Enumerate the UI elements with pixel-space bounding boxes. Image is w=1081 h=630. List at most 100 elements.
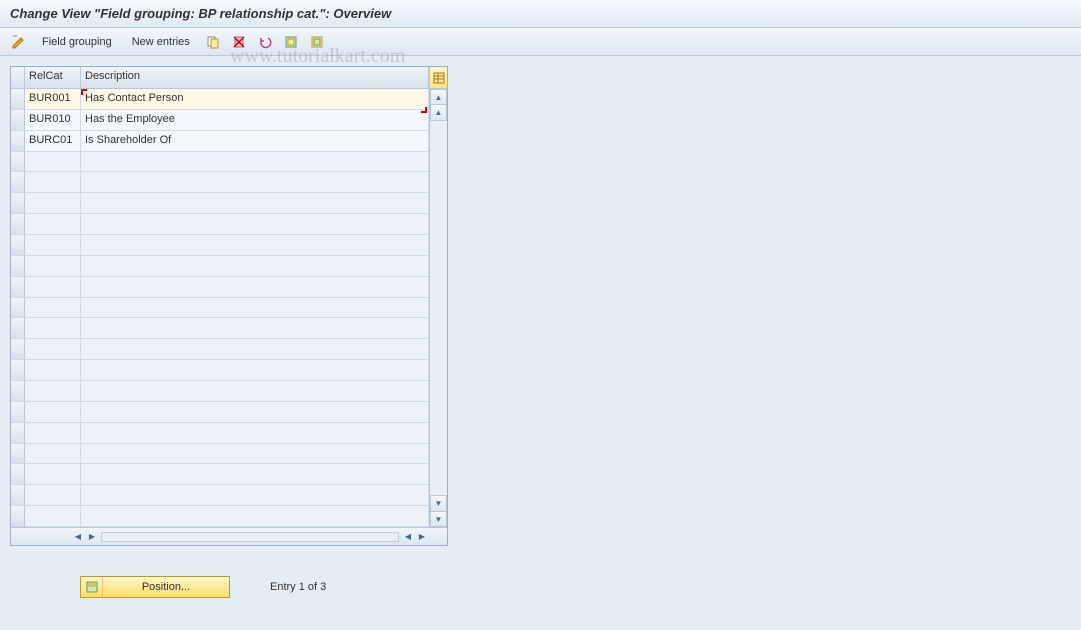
row-selector[interactable] bbox=[11, 298, 25, 318]
row-selector[interactable] bbox=[11, 131, 25, 151]
cell-description[interactable] bbox=[81, 152, 429, 172]
cell-description[interactable] bbox=[81, 256, 429, 276]
cell-relcat[interactable] bbox=[25, 214, 81, 234]
cell-relcat[interactable] bbox=[25, 277, 81, 297]
table-row[interactable] bbox=[11, 360, 429, 381]
cell-description[interactable] bbox=[81, 402, 429, 422]
cell-description[interactable] bbox=[81, 423, 429, 443]
hscroll-right-icon[interactable]: ▶ bbox=[415, 528, 429, 545]
select-all-icon[interactable] bbox=[280, 32, 302, 52]
cell-relcat[interactable] bbox=[25, 152, 81, 172]
table-row[interactable] bbox=[11, 485, 429, 506]
row-selector[interactable] bbox=[11, 339, 25, 359]
cell-description[interactable] bbox=[81, 506, 429, 526]
scroll-up-page-icon[interactable]: ▲ bbox=[430, 105, 447, 121]
cell-relcat[interactable] bbox=[25, 506, 81, 526]
new-entries-button[interactable]: New entries bbox=[124, 34, 198, 50]
cell-relcat[interactable] bbox=[25, 402, 81, 422]
cell-relcat[interactable] bbox=[25, 423, 81, 443]
table-row[interactable] bbox=[11, 172, 429, 193]
field-grouping-button[interactable]: Field grouping bbox=[34, 34, 120, 50]
cell-relcat[interactable] bbox=[25, 235, 81, 255]
scroll-down-page-icon[interactable]: ▼ bbox=[430, 495, 447, 511]
hscroll-left-icon[interactable]: ◀ bbox=[71, 528, 85, 545]
table-row[interactable] bbox=[11, 339, 429, 360]
row-selector[interactable] bbox=[11, 214, 25, 234]
hscroll-step-right-icon[interactable]: ▶ bbox=[85, 528, 99, 545]
cell-relcat[interactable] bbox=[25, 444, 81, 464]
cell-description[interactable] bbox=[81, 485, 429, 505]
row-selector[interactable] bbox=[11, 318, 25, 338]
undo-icon[interactable] bbox=[254, 32, 276, 52]
row-selector[interactable] bbox=[11, 110, 25, 130]
row-selector[interactable] bbox=[11, 172, 25, 192]
table-row[interactable] bbox=[11, 381, 429, 402]
cell-description[interactable]: Has Contact Person bbox=[81, 89, 429, 109]
column-header-relcat[interactable]: RelCat bbox=[25, 67, 81, 88]
cell-description[interactable] bbox=[81, 172, 429, 192]
scroll-up-icon[interactable]: ▲ bbox=[430, 89, 447, 105]
scroll-track[interactable] bbox=[430, 121, 447, 495]
row-selector[interactable] bbox=[11, 152, 25, 172]
cell-relcat[interactable] bbox=[25, 193, 81, 213]
cell-description[interactable] bbox=[81, 381, 429, 401]
row-selector-header[interactable] bbox=[11, 67, 25, 88]
position-button[interactable]: Position... bbox=[80, 576, 230, 598]
table-row[interactable]: BUR010Has the Employee bbox=[11, 110, 429, 131]
row-selector[interactable] bbox=[11, 235, 25, 255]
row-selector[interactable] bbox=[11, 485, 25, 505]
table-row[interactable] bbox=[11, 152, 429, 173]
row-selector[interactable] bbox=[11, 423, 25, 443]
cell-description[interactable] bbox=[81, 318, 429, 338]
row-selector[interactable] bbox=[11, 193, 25, 213]
cell-description[interactable] bbox=[81, 235, 429, 255]
cell-relcat[interactable] bbox=[25, 339, 81, 359]
edit-toggle-icon[interactable] bbox=[8, 32, 30, 52]
table-row[interactable] bbox=[11, 444, 429, 465]
cell-description[interactable] bbox=[81, 360, 429, 380]
table-row[interactable] bbox=[11, 277, 429, 298]
cell-relcat[interactable] bbox=[25, 360, 81, 380]
vertical-scrollbar[interactable]: ▲ ▲ ▼ ▼ bbox=[429, 89, 447, 527]
cell-relcat[interactable] bbox=[25, 464, 81, 484]
cell-relcat[interactable] bbox=[25, 318, 81, 338]
hscroll-track[interactable] bbox=[101, 532, 399, 542]
cell-description[interactable] bbox=[81, 298, 429, 318]
table-row[interactable] bbox=[11, 256, 429, 277]
scroll-down-icon[interactable]: ▼ bbox=[430, 511, 447, 527]
table-row[interactable] bbox=[11, 235, 429, 256]
column-header-description[interactable]: Description bbox=[81, 67, 429, 88]
cell-description[interactable]: Is Shareholder Of bbox=[81, 131, 429, 151]
row-selector[interactable] bbox=[11, 381, 25, 401]
cell-description[interactable] bbox=[81, 277, 429, 297]
table-row[interactable] bbox=[11, 402, 429, 423]
deselect-all-icon[interactable] bbox=[306, 32, 328, 52]
row-selector[interactable] bbox=[11, 464, 25, 484]
row-selector[interactable] bbox=[11, 360, 25, 380]
cell-description[interactable] bbox=[81, 464, 429, 484]
cell-relcat[interactable]: BUR001 bbox=[25, 89, 81, 109]
table-row[interactable] bbox=[11, 193, 429, 214]
table-row[interactable] bbox=[11, 214, 429, 235]
table-settings-icon[interactable] bbox=[429, 67, 447, 88]
copy-icon[interactable] bbox=[202, 32, 224, 52]
cell-relcat[interactable] bbox=[25, 381, 81, 401]
table-row[interactable] bbox=[11, 423, 429, 444]
cell-description[interactable]: Has the Employee bbox=[81, 110, 429, 130]
cell-description[interactable] bbox=[81, 193, 429, 213]
table-row[interactable]: BURC01Is Shareholder Of bbox=[11, 131, 429, 152]
row-selector[interactable] bbox=[11, 89, 25, 109]
cell-relcat[interactable] bbox=[25, 485, 81, 505]
table-row[interactable] bbox=[11, 298, 429, 319]
table-row[interactable] bbox=[11, 318, 429, 339]
table-row[interactable] bbox=[11, 506, 429, 527]
cell-description[interactable] bbox=[81, 444, 429, 464]
row-selector[interactable] bbox=[11, 277, 25, 297]
cell-relcat[interactable]: BURC01 bbox=[25, 131, 81, 151]
hscroll-step-left-icon[interactable]: ◀ bbox=[401, 528, 415, 545]
table-row[interactable]: BUR001Has Contact Person bbox=[11, 89, 429, 110]
cell-relcat[interactable] bbox=[25, 256, 81, 276]
row-selector[interactable] bbox=[11, 444, 25, 464]
cell-description[interactable] bbox=[81, 339, 429, 359]
row-selector[interactable] bbox=[11, 256, 25, 276]
